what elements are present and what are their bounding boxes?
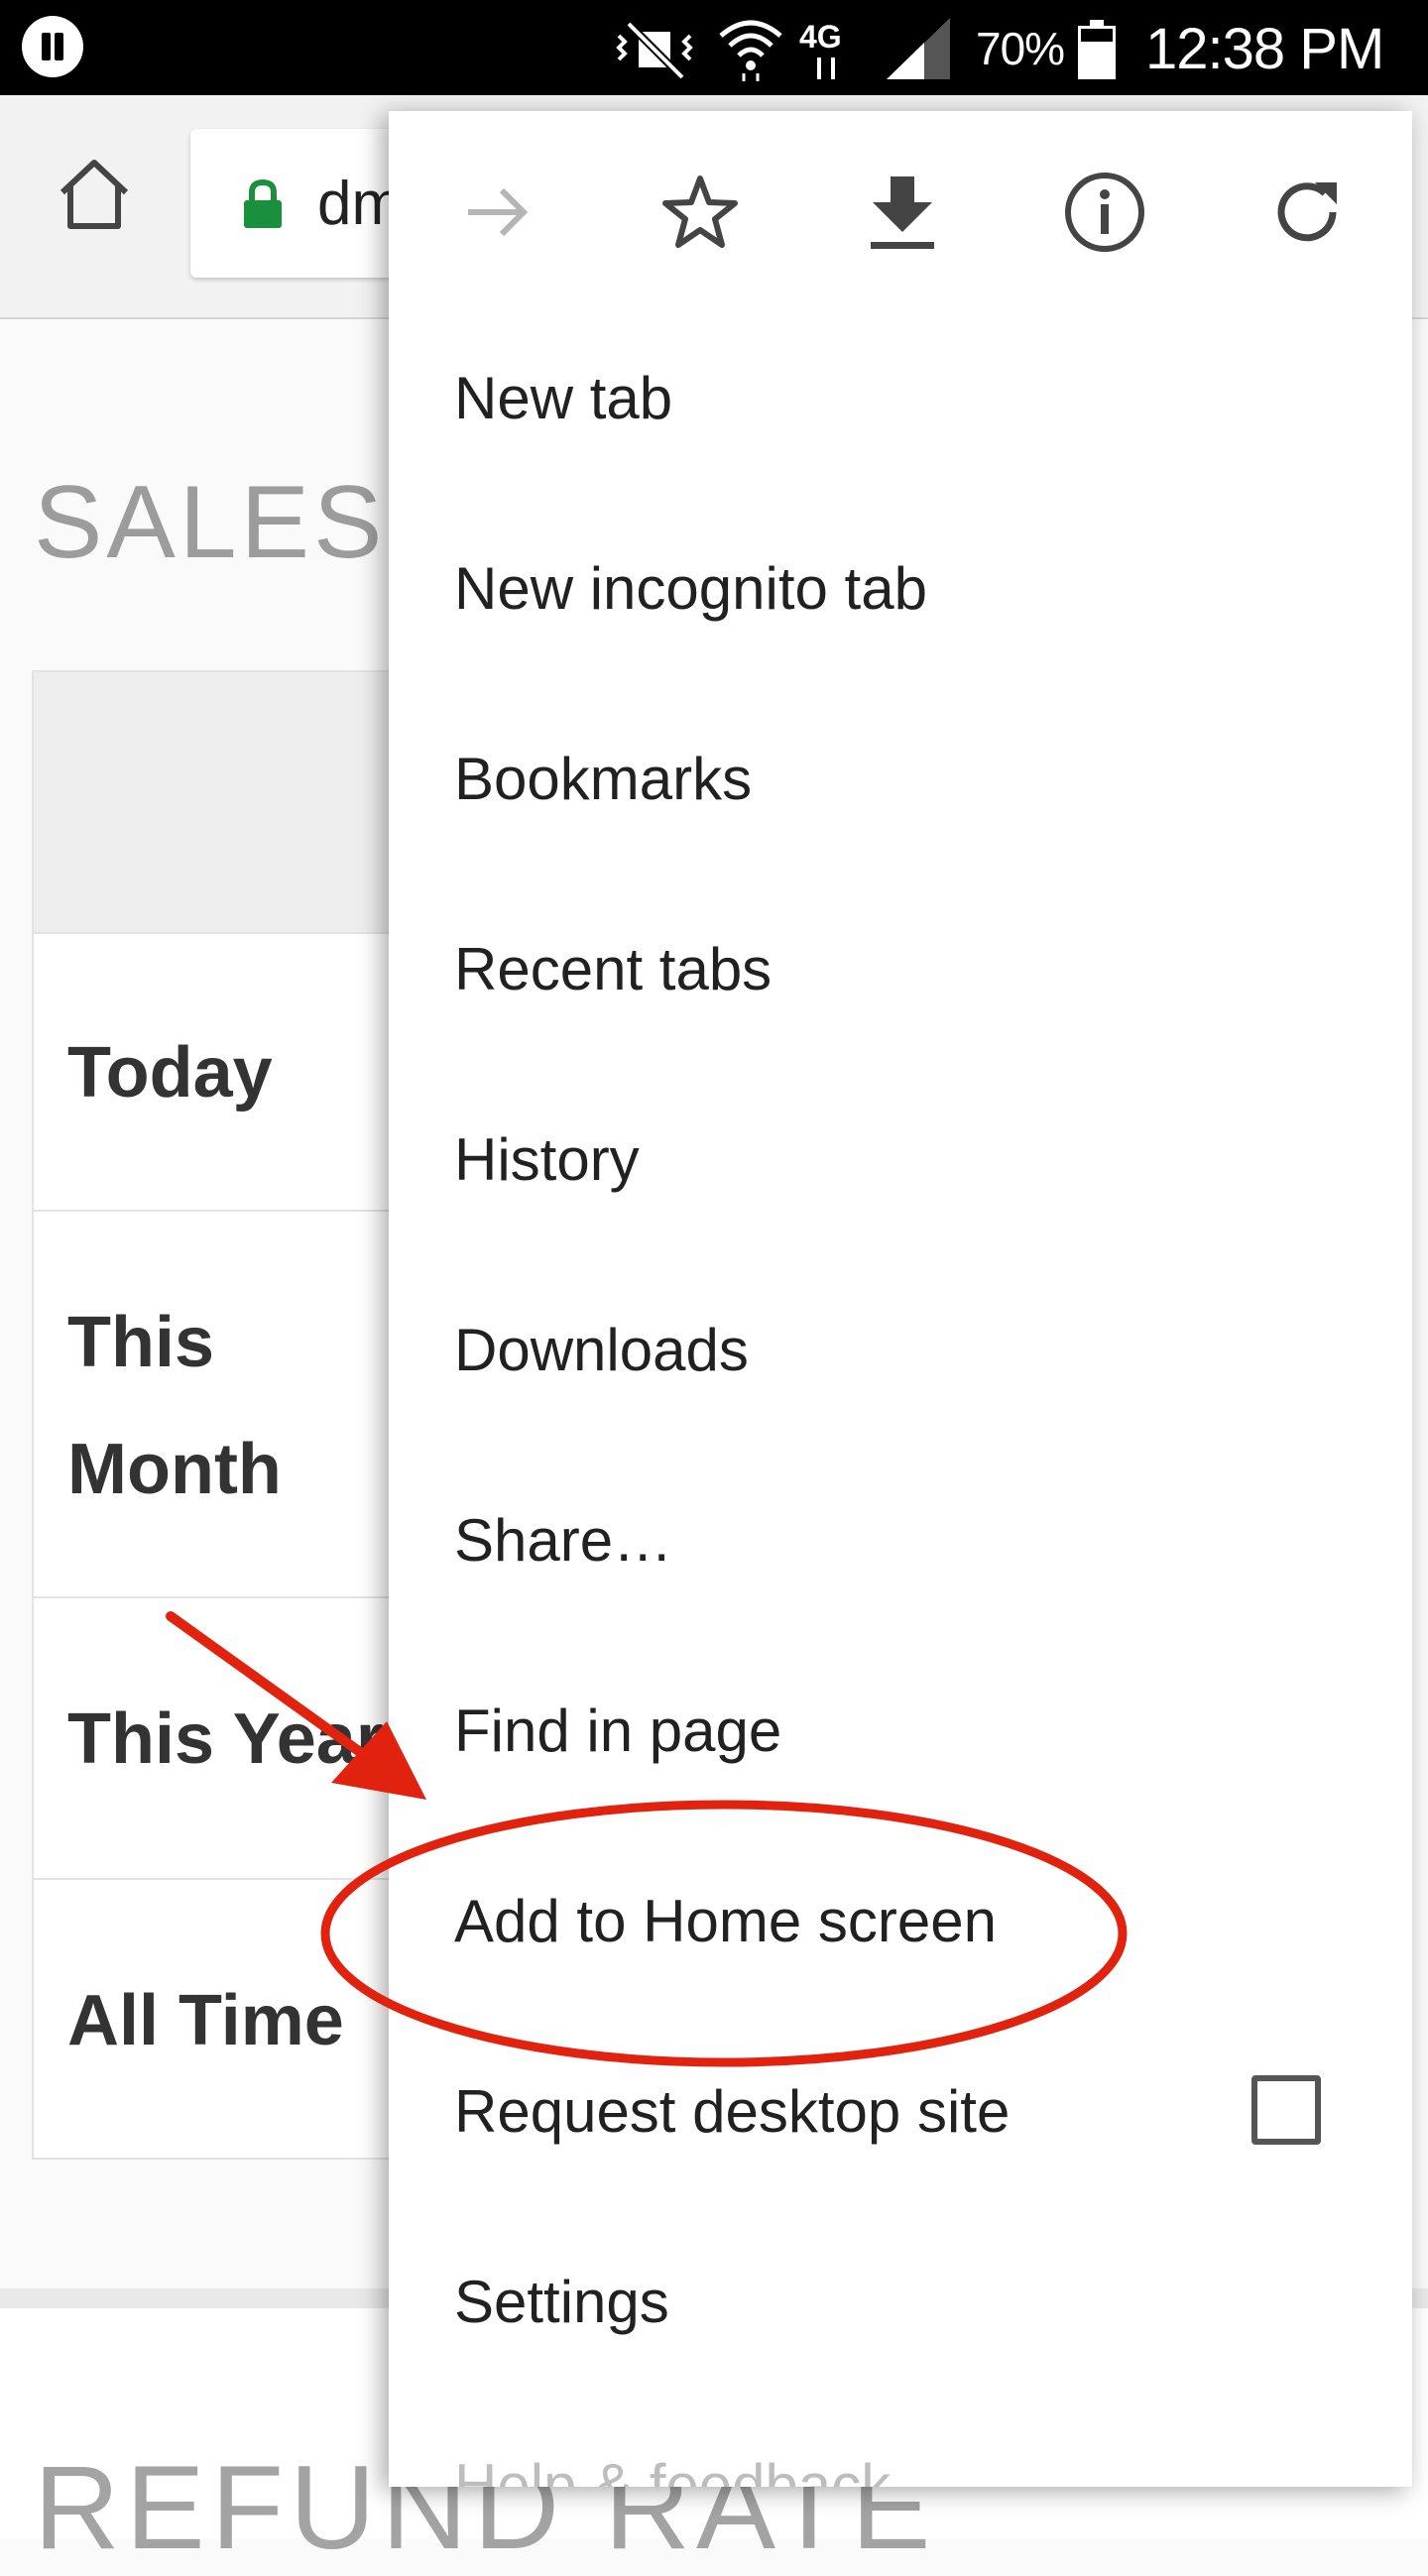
menu-item-add-to-home-screen[interactable]: Add to Home screen <box>454 1826 1347 2017</box>
row-label-this-year: This Year <box>67 1699 384 1779</box>
table-row: This Month <box>34 1210 426 1596</box>
menu-item-bookmarks[interactable]: Bookmarks <box>454 684 1347 875</box>
wifi-icon <box>719 20 782 81</box>
menu-item-help-feedback[interactable]: Help & feedback <box>454 2451 1347 2487</box>
row-label-today: Today <box>67 1033 273 1112</box>
menu-item-history[interactable]: History <box>454 1065 1347 1255</box>
row-label-this-month: This Month <box>67 1303 282 1509</box>
download-icon[interactable] <box>855 165 950 260</box>
forward-icon[interactable] <box>450 165 545 260</box>
menu-item-settings[interactable]: Settings <box>454 2207 1347 2398</box>
media-pause-icon <box>22 16 83 77</box>
reload-icon[interactable] <box>1259 165 1355 260</box>
cell-signal-icon <box>887 18 950 79</box>
table-row: Today <box>34 932 426 1210</box>
page-title: SALES <box>34 465 387 580</box>
table-header <box>34 672 426 932</box>
menu-item-downloads[interactable]: Downloads <box>454 1255 1347 1446</box>
network-label: 4G <box>799 19 842 55</box>
home-icon[interactable] <box>55 155 134 234</box>
sales-table: Today This Month This Year All Time <box>32 670 428 2160</box>
menu-item-new-tab[interactable]: New tab <box>454 303 1347 494</box>
star-icon[interactable] <box>653 165 748 260</box>
menu-item-find-in-page[interactable]: Find in page <box>454 1636 1347 1826</box>
row-label-all-time: All Time <box>67 1981 344 2060</box>
table-row: All Time <box>34 1878 426 2162</box>
overflow-menu: New tab New incognito tab Bookmarks Rece… <box>389 111 1412 2487</box>
info-icon[interactable] <box>1057 165 1152 260</box>
battery-icon <box>1078 20 1116 79</box>
request-desktop-site-checkbox[interactable] <box>1251 2075 1321 2145</box>
lte-signal-icon: 4G <box>799 19 842 79</box>
menu-item-new-incognito-tab[interactable]: New incognito tab <box>454 494 1347 684</box>
lock-icon <box>244 178 282 228</box>
mute-icon <box>616 21 693 80</box>
menu-item-share[interactable]: Share… <box>454 1446 1347 1636</box>
status-time: 12:38 PM <box>1145 17 1384 81</box>
menu-icon-row <box>389 111 1412 309</box>
battery-percent: 70% <box>976 23 1065 74</box>
menu-item-request-desktop-site[interactable]: Request desktop site <box>454 2017 1347 2207</box>
status-bar: 4G 70% 12:38 PM <box>0 0 1428 95</box>
menu-item-recent-tabs[interactable]: Recent tabs <box>454 875 1347 1065</box>
table-row: This Year <box>34 1596 426 1878</box>
